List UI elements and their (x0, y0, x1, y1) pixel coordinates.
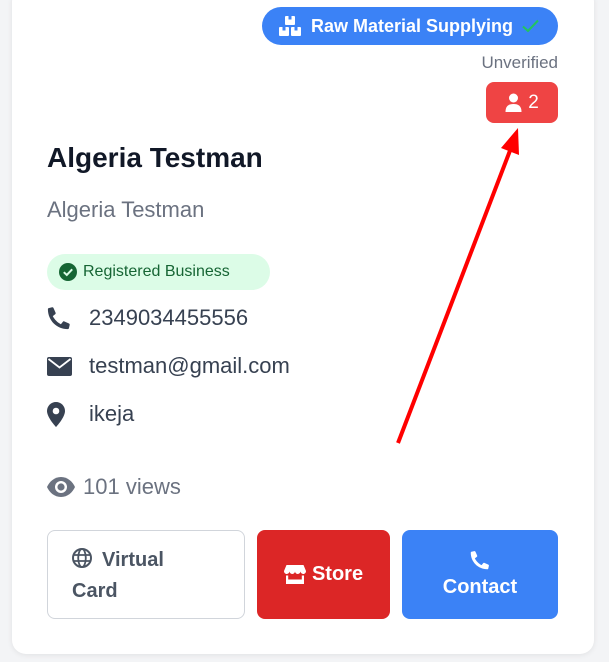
contact-button[interactable]: Contact (402, 530, 558, 619)
virtual-card-button[interactable]: Virtual Card (47, 530, 245, 619)
envelope-icon (47, 356, 72, 376)
map-pin-icon (47, 401, 65, 427)
check-icon (522, 19, 539, 33)
phone-row[interactable]: 2349034455556 (47, 305, 248, 331)
registered-label: Registered Business (83, 263, 230, 280)
store-label: Store (311, 563, 364, 585)
users-count-badge[interactable]: 2 (486, 82, 558, 123)
users-count: 2 (528, 91, 539, 113)
boxes-icon (279, 16, 301, 36)
category-badge: Raw Material Supplying (262, 7, 558, 45)
location-row: ikeja (47, 401, 134, 427)
virtual-card-label-line1: Virtual (102, 549, 164, 571)
email-address: testman@gmail.com (89, 353, 290, 378)
email-row[interactable]: testman@gmail.com (47, 353, 290, 379)
store-button[interactable]: Store (257, 530, 390, 619)
phone-number: 2349034455556 (89, 305, 249, 330)
contact-label: Contact (442, 576, 518, 598)
store-icon (283, 565, 306, 584)
user-icon (505, 93, 522, 112)
registered-business-badge: Registered Business (47, 254, 270, 290)
phone-icon (470, 551, 489, 570)
check-circle-icon (59, 263, 77, 281)
eye-icon (47, 477, 75, 497)
category-label: Raw Material Supplying (311, 15, 514, 36)
views-label: 101 views (83, 474, 181, 499)
business-name: Algeria Testman (47, 142, 263, 173)
virtual-card-label-line2: Card (72, 580, 118, 602)
verification-status: Unverified (481, 53, 558, 72)
globe-icon (72, 548, 92, 568)
views-count: 101 views (47, 474, 181, 500)
phone-icon (47, 307, 70, 330)
location-text: ikeja (89, 401, 135, 426)
business-subtitle: Algeria Testman (47, 197, 205, 222)
